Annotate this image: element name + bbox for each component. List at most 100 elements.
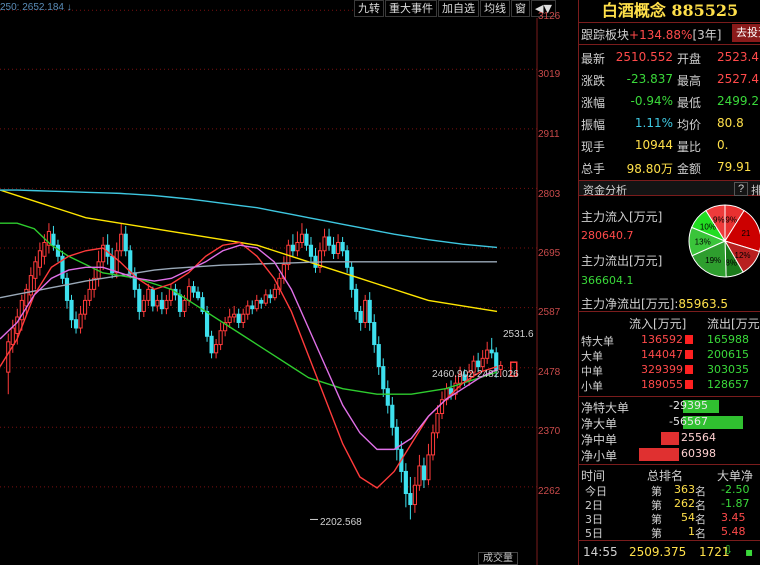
- flow-label: 特大单: [581, 335, 614, 348]
- quote-row: 涨幅 -0.94% 最低 2499.2: [581, 94, 760, 112]
- candle: [259, 299, 264, 304]
- candle: [195, 291, 201, 299]
- candle: [119, 233, 124, 252]
- net-label: 净小单: [581, 449, 618, 463]
- net-row: 净大单 -56567: [581, 415, 760, 431]
- quote-label: 最高: [677, 74, 702, 88]
- candle: [336, 241, 341, 255]
- candle: [476, 360, 481, 368]
- y-tick-label: 2370: [538, 426, 561, 437]
- flow-label: 中单: [581, 365, 603, 378]
- add-watchlist-button[interactable]: 加自选: [438, 0, 479, 17]
- net-label: 净大单: [581, 417, 618, 431]
- outflow-label: 主力流出[万元]: [581, 254, 663, 268]
- flow-outflow: 200615: [707, 348, 749, 361]
- nine-turn-button[interactable]: 九转: [354, 0, 384, 17]
- flow-row: 大单 144047 200615: [581, 348, 760, 363]
- y-tick-label: 2911: [538, 129, 560, 140]
- net-bar: [661, 432, 679, 445]
- candle: [308, 244, 314, 257]
- flow-inflow-bar: [685, 335, 693, 344]
- quote-label: 开盘: [677, 52, 702, 66]
- invest-button[interactable]: 去投资: [732, 24, 760, 42]
- net-outflow-value: 85963.5: [678, 297, 729, 311]
- candle: [250, 305, 255, 310]
- help-button[interactable]: ?: [734, 182, 749, 196]
- chart-canvas[interactable]: [0, 0, 562, 565]
- quote-value: 10944: [634, 138, 673, 152]
- last-range-label: 2460.902-2482.026: [432, 369, 519, 380]
- moving-average-button[interactable]: 均线: [480, 0, 510, 17]
- candle: [64, 277, 70, 301]
- candlestick-chart[interactable]: 250: 2652.184 ↓ 九转 重大事件 加自选 均线 窗 ◀▼ 3126…: [0, 0, 562, 565]
- pie-slice-label: 21: [741, 229, 750, 238]
- track-value: +134.88%: [629, 28, 693, 42]
- flow-inflow: 329399: [641, 363, 683, 376]
- quote-value: 0.: [717, 138, 729, 152]
- quote-value: 1.11%: [634, 116, 673, 130]
- rank-row: 2日第 262 名 -1.87: [581, 497, 760, 512]
- candle: [354, 288, 359, 312]
- candle: [182, 299, 187, 312]
- footer-trend-icon: ▪: [745, 545, 754, 559]
- pie-slice-label: 8%: [725, 258, 737, 267]
- candle: [349, 266, 354, 290]
- quote-value: 98.80万: [626, 162, 673, 176]
- rank-prefix: 第: [651, 527, 662, 540]
- window-button[interactable]: 窗: [511, 0, 530, 17]
- quote-panel: 白酒概念 885525 跟踪板块+134.88%[3年] 去投资 最新 2510.…: [578, 0, 760, 565]
- quote-label: 均价: [677, 118, 702, 132]
- candle: [245, 305, 250, 315]
- low-price-label: 2202.568: [320, 517, 362, 528]
- footer-time: 14:55: [583, 545, 618, 559]
- quote-label: 量比: [677, 140, 702, 154]
- quote-label: 振幅: [581, 118, 606, 132]
- rank-row: 3日第 54 名 3.45: [581, 511, 760, 526]
- candle: [403, 470, 408, 495]
- quote-label: 最低: [677, 96, 702, 110]
- rank-number: 54: [681, 511, 695, 524]
- volume-tab[interactable]: 成交量: [478, 552, 518, 565]
- candle: [6, 341, 11, 373]
- quote-row: 最新 2510.552 开盘 2523.4: [581, 50, 760, 68]
- candle: [290, 244, 295, 252]
- net-row: 净小单 60398: [581, 447, 760, 463]
- candle: [241, 313, 246, 323]
- candle: [295, 241, 300, 252]
- candle: [155, 299, 160, 307]
- rank-value: -1.87: [721, 497, 750, 510]
- y-tick-label: 2803: [538, 189, 561, 200]
- candle: [435, 413, 440, 434]
- net-row: 净特大单 -29395: [581, 399, 760, 415]
- candle: [367, 299, 372, 323]
- candle: [186, 286, 192, 301]
- net-value: -29395: [669, 399, 708, 412]
- candle: [232, 313, 237, 318]
- candle: [363, 299, 368, 323]
- quote-label: 金额: [677, 162, 702, 176]
- zoom-readout: 250: 2652.184 ↓: [0, 2, 72, 13]
- candle: [159, 299, 164, 310]
- major-events-button[interactable]: 重大事件: [385, 0, 437, 17]
- rank-tab[interactable]: 排: [751, 182, 760, 198]
- candle: [358, 310, 363, 323]
- quote-label: 总手: [581, 162, 606, 176]
- candle: [390, 404, 395, 428]
- candle: [218, 330, 223, 346]
- rank-time: 5日: [585, 527, 603, 540]
- candle: [340, 241, 345, 252]
- fund-analysis-tab[interactable]: 资金分析: [583, 182, 627, 198]
- candle: [322, 236, 327, 252]
- candle: [69, 299, 74, 321]
- quote-value: 2499.2: [717, 94, 759, 108]
- flow-inflow: 189055: [641, 378, 683, 391]
- flow-inflow-bar: [685, 350, 693, 359]
- candle: [412, 484, 417, 506]
- candle: [331, 244, 336, 255]
- rank-number: 363: [674, 483, 695, 496]
- quote-value: -23.837: [626, 72, 673, 86]
- pie-slice-label: 13%: [695, 237, 711, 246]
- candle: [82, 299, 88, 315]
- outflow-value: 366604.1: [581, 274, 634, 287]
- flow-inflow: 136592: [641, 333, 683, 346]
